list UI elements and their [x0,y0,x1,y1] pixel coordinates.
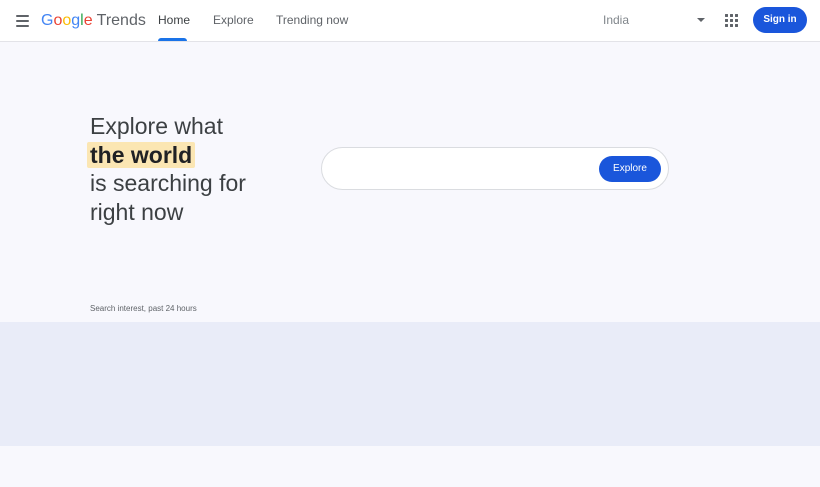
google-wordmark: Google [41,12,93,29]
product-name: Trends [96,12,146,29]
hero-line-1: Explore what [90,113,223,139]
country-select[interactable]: India [603,9,709,33]
search-box: Explore [321,147,669,190]
explore-button[interactable]: Explore [599,156,661,182]
tab-explore[interactable]: Explore [213,0,254,42]
tab-home[interactable]: Home [158,0,190,42]
dropdown-caret-icon [697,18,705,22]
sign-in-button[interactable]: Sign in [753,7,807,33]
tab-trending-now[interactable]: Trending now [276,0,348,42]
hero-line-3: is searching for [90,170,246,196]
menu-icon[interactable] [13,11,33,31]
apps-grid-icon[interactable] [724,13,740,29]
hero-highlight: the world [87,141,196,168]
search-interest-map-area [0,322,820,446]
search-interest-caption: Search interest, past 24 hours [90,304,197,313]
hero-title: Explore what the world is searching for … [87,112,310,226]
search-input[interactable] [336,158,596,180]
google-trends-logo[interactable]: Google Trends [41,11,146,31]
active-tab-indicator [158,38,187,41]
country-select-value: India [603,13,630,27]
hero-line-4: right now [90,198,184,225]
top-app-bar: Google Trends Home Explore Trending now I… [0,0,820,42]
page-footer-band [0,446,820,487]
